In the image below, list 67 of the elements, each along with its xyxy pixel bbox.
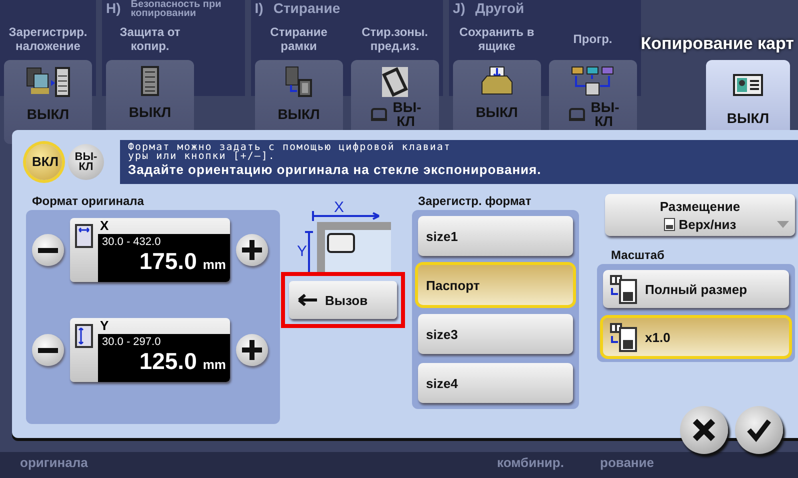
tilted-page-icon (380, 66, 410, 98)
function-label: Сохранить в ящике (458, 24, 536, 55)
layout-icon (664, 218, 675, 230)
section-title: Масштаб (610, 248, 666, 264)
instruction-text: Задайте ориентацию оригинала на стекле экспонирования. (128, 162, 542, 177)
scale-pages-icon (609, 322, 637, 352)
group-letter: J) (452, 0, 466, 16)
tab-label[interactable]: оригинала (20, 455, 88, 470)
hint-text: уры или кнопки [+/–]. (128, 152, 276, 161)
minus-icon (38, 248, 58, 252)
function-label: Зарегистрир. наложение (8, 24, 88, 55)
tab-label[interactable]: рование (600, 455, 654, 470)
section-title: Формат оригинала (31, 194, 145, 210)
function-label: Защита от копир. (118, 24, 182, 55)
unit-label: mm (202, 357, 226, 372)
tray-icon (480, 66, 513, 96)
program-flow-icon (570, 66, 615, 98)
plus-button[interactable] (236, 334, 268, 366)
recall-button[interactable]: Вызов (289, 281, 397, 319)
stamp-icon (370, 108, 387, 120)
caret-icon (777, 221, 789, 228)
function-label: Прогр. (573, 31, 612, 48)
checkmark-icon (747, 418, 771, 442)
plus-icon (242, 340, 262, 360)
hint-text: Формат можно задать с помощью цифровой клавиат (128, 143, 452, 152)
zoom-option[interactable]: Полный размер (603, 270, 789, 308)
overlay-pages-icon (26, 66, 70, 98)
size-option[interactable]: size1 (418, 216, 573, 256)
unit-label: mm (202, 257, 226, 272)
group-letter: H) (106, 0, 121, 16)
frame-pages-icon (284, 66, 313, 98)
function-label: Стир.зоны. пред.из. (360, 24, 429, 55)
section-title: Зарегистр. формат (417, 194, 532, 210)
range-text: 30.0 - 297.0 (102, 336, 162, 348)
minus-button[interactable] (32, 234, 64, 266)
axis-label: Y (99, 318, 110, 334)
range-text: 30.0 - 432.0 (102, 236, 162, 248)
size-value: 175.0 (139, 248, 197, 275)
group-title: Другой (475, 0, 524, 16)
minus-icon (38, 348, 58, 352)
group-title: Стирание (273, 0, 340, 16)
placement-dropdown[interactable]: Размещение Верх/низ (605, 194, 795, 236)
plus-button[interactable] (236, 234, 268, 266)
size-option[interactable]: size3 (418, 314, 573, 354)
orientation-drawing: X Y (295, 194, 391, 272)
close-icon (692, 418, 716, 442)
left-arrow-icon (297, 294, 317, 306)
size-field[interactable]: X 30.0 - 432.0 175.0 mm (70, 218, 230, 282)
size-value: 125.0 (139, 348, 197, 375)
stamp-icon (568, 108, 585, 120)
id-card-icon (733, 74, 763, 96)
tab-label[interactable]: комбинир. (497, 455, 564, 470)
toggle-button[interactable]: ВКЛ (26, 144, 62, 180)
scale-pages-icon (609, 274, 637, 304)
toggle-button[interactable]: ВЫ-КЛ (68, 144, 104, 180)
function-title: Копирование карт (640, 34, 794, 54)
axis-label: X (99, 218, 110, 234)
size-option[interactable]: size4 (418, 363, 573, 403)
group-letter: I) (254, 0, 264, 16)
size-field[interactable]: Y 30.0 - 297.0 125.0 mm (70, 318, 230, 382)
size-option[interactable]: Паспорт (418, 265, 573, 305)
page-icon (141, 66, 159, 96)
plus-icon (242, 240, 262, 260)
zoom-option[interactable]: x1.0 (603, 318, 789, 356)
function-label: Стирание рамки (269, 24, 328, 55)
minus-button[interactable] (32, 334, 64, 366)
group-title: Безопасность при копировании (130, 0, 222, 18)
